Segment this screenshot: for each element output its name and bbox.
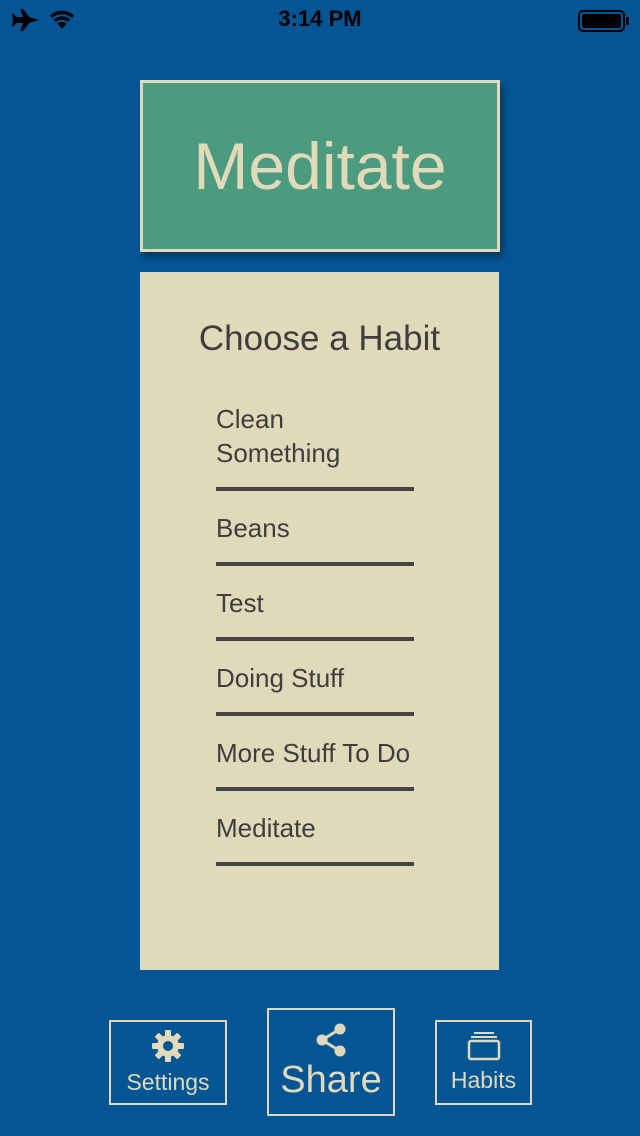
settings-label: Settings [126,1069,210,1095]
habit-item-test[interactable]: Test [216,586,414,641]
habits-label: Habits [450,1067,517,1093]
share-icon [316,1023,346,1056]
habit-item-meditate[interactable]: Meditate [216,811,414,866]
habit-chooser-panel: Choose a Habit Clean Something Beans Tes… [140,272,499,970]
habit-list: Clean Something Beans Test Doing Stuff M… [216,402,414,886]
current-habit-card: Meditate [140,80,500,252]
status-time: 3:14 PM [278,6,362,31]
habits-button[interactable]: Habits [435,1020,532,1105]
share-label: Share [280,1058,382,1101]
habit-item-doing-stuff[interactable]: Doing Stuff [216,661,414,716]
share-button[interactable]: Share [267,1008,395,1116]
battery-icon [578,10,629,32]
gear-icon [152,1030,184,1062]
current-habit-title: Meditate [193,129,447,203]
settings-button[interactable]: Settings [109,1020,227,1105]
habit-item-clean-something[interactable]: Clean Something [216,402,414,491]
stacked-cards-icon [467,1032,500,1061]
chooser-heading: Choose a Habit [198,319,441,358]
status-bar: 3:14 PM [0,0,640,40]
habit-item-more-stuff-to-do[interactable]: More Stuff To Do [216,736,414,791]
habit-item-beans[interactable]: Beans [216,511,414,566]
